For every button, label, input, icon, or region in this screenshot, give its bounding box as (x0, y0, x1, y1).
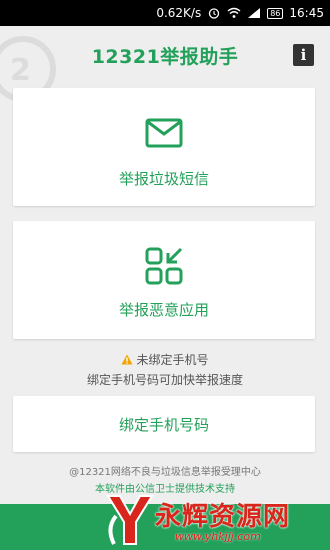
bind-phone-button[interactable]: 绑定手机号码 (13, 396, 315, 452)
page-title: 12321举报助手 (91, 46, 239, 68)
unbound-warning: 未绑定手机号 (0, 351, 330, 368)
watermark-url: www.yhkjjj.com (175, 530, 261, 543)
app-grid-icon (145, 247, 183, 285)
watermark-logo-icon (106, 495, 154, 545)
envelope-icon (145, 118, 183, 148)
app-header: 2 12321举报助手 i (0, 26, 330, 102)
report-app-label: 举报恶意应用 (118, 301, 209, 319)
report-app-button[interactable]: 举报恶意应用 (13, 221, 315, 339)
status-bar: 0.62K/s 86 16:45 (0, 0, 330, 26)
report-sms-label: 举报垃圾短信 (118, 170, 209, 188)
footer-organization: @12321网络不良与垃圾信息举报受理中心 (69, 467, 261, 478)
alarm-icon (209, 8, 220, 19)
wifi-icon (227, 7, 241, 18)
clock: 16:45 (289, 6, 324, 20)
bind-phone-label: 绑定手机号码 (118, 416, 209, 434)
warning-text: 未绑定手机号 (136, 353, 209, 367)
battery-indicator: 86 (267, 7, 284, 19)
bind-hint-text: 绑定手机号码可加快举报速度 (86, 373, 243, 387)
footer-support: 本软件由公信卫士提供技术支持 (95, 484, 235, 495)
info-button[interactable]: i (293, 44, 314, 66)
report-sms-button[interactable]: 举报垃圾短信 (13, 88, 315, 206)
signal-icon (248, 8, 261, 18)
network-speed: 0.62K/s (156, 6, 202, 20)
watermark-name: 永辉资源网 (155, 502, 291, 532)
warning-icon (121, 354, 133, 365)
